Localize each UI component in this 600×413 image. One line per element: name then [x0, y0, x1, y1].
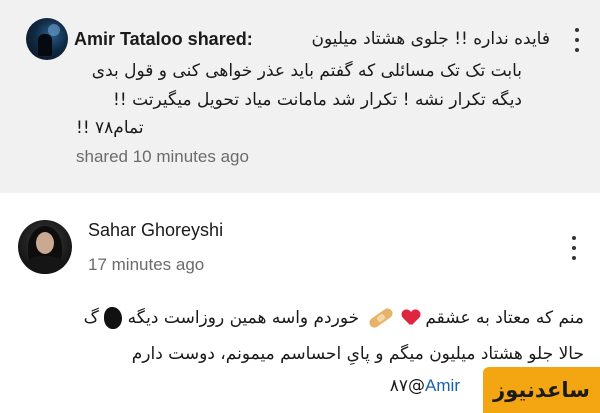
- highlighted-comment: Amir Tataloo shared: فایده نداره !! جلوی…: [0, 0, 600, 193]
- comment-text-fragment: خوردم واسه همین روزاست دیگه: [127, 308, 360, 328]
- avatar-light: [48, 24, 60, 36]
- comment-text-line-2: بابت تک تک مسائلی که گفتم باید عذر خواهی…: [91, 61, 522, 81]
- avatar-body: [26, 256, 64, 274]
- comment-text-line-1: فایده نداره !! جلوی هشتاد میلیون: [311, 29, 550, 49]
- comment-text-line-3: ۸۷@Amir: [390, 374, 460, 398]
- comment-timestamp: shared 10 minutes ago: [76, 147, 249, 166]
- site-watermark-logo: ساعدنیوز: [483, 367, 600, 413]
- red-heart-icon: [402, 310, 420, 326]
- avatar-figure: [38, 34, 52, 56]
- comment-text-line-2: حالا جلو هشتاد میلیون میگم و پایِ احساسم…: [131, 344, 584, 364]
- comment-author[interactable]: Sahar Ghoreyshi: [88, 220, 223, 241]
- avatar[interactable]: [26, 18, 68, 60]
- comment-leading-char: گ: [83, 308, 99, 328]
- user-mention-link[interactable]: Amir: [425, 376, 460, 395]
- comment-text-fragment: ۸۷@: [389, 376, 426, 396]
- comments-page: Amir Tataloo shared: فایده نداره !! جلوی…: [0, 0, 600, 413]
- redacted-mark-icon: [104, 307, 123, 329]
- avatar-face: [36, 232, 54, 254]
- bandage-icon: [367, 306, 395, 330]
- avatar[interactable]: [18, 220, 72, 274]
- more-options-icon[interactable]: [572, 28, 582, 52]
- comment-timestamp: 17 minutes ago: [88, 255, 205, 274]
- comment-text-line-1: منم که معتاد به عشقم خوردم واسه همین روز…: [84, 306, 584, 330]
- comment-text-line-4: !! ۷۸تمام: [76, 118, 144, 138]
- more-options-icon[interactable]: [569, 236, 579, 260]
- comment-text-fragment: منم که معتاد به عشقم: [425, 308, 584, 328]
- comment-text-line-3: دیگه تکرار نشه ! تکرار شد مامانت میاد تح…: [113, 90, 522, 110]
- comment-author[interactable]: Amir Tataloo shared:: [74, 27, 253, 51]
